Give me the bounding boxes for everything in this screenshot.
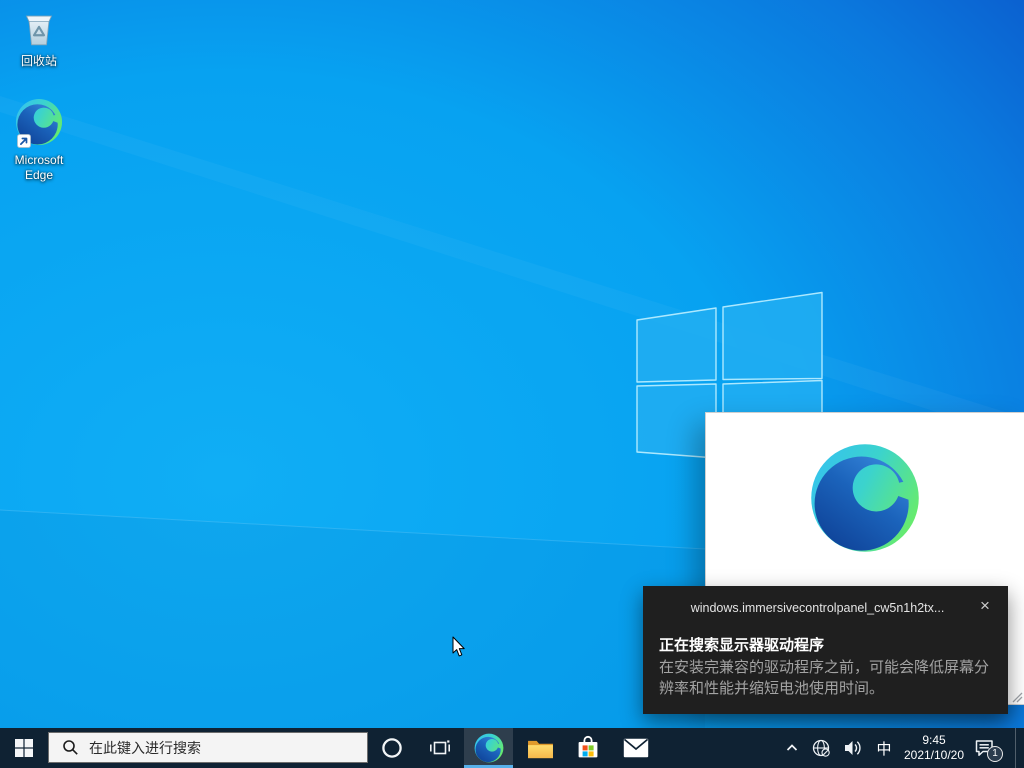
taskbar-button-task-view[interactable] <box>416 728 464 768</box>
taskbar-button-cortana[interactable] <box>368 728 416 768</box>
taskbar-button-edge[interactable] <box>464 728 513 768</box>
task-view-icon <box>429 739 451 757</box>
recycle-bin-icon <box>18 9 60 49</box>
desktop-icon-label: Microsoft Edge <box>1 153 77 183</box>
toast-title: 正在搜索显示器驱动程序 <box>659 634 824 655</box>
mail-envelope-icon <box>623 738 649 758</box>
edge-logo-icon <box>809 442 921 554</box>
taskbar-button-mail[interactable] <box>612 728 660 768</box>
action-center-button[interactable]: 1 <box>969 728 1006 768</box>
ime-indicator[interactable]: 中 <box>869 728 899 768</box>
toast-notification[interactable]: windows.immersivecontrolpanel_cw5n1h2tx.… <box>643 586 1008 714</box>
cortana-circle-icon <box>380 736 404 760</box>
clock-time: 9:45 <box>922 733 945 749</box>
chevron-up-icon <box>784 740 800 756</box>
search-input[interactable]: 在此键入进行搜索 <box>48 732 368 763</box>
start-button[interactable] <box>0 728 48 768</box>
window-resize-grip[interactable] <box>1011 691 1023 703</box>
windows-logo-icon <box>15 739 33 757</box>
speaker-icon <box>844 739 863 757</box>
close-icon[interactable]: × <box>974 595 996 617</box>
search-icon <box>62 739 79 756</box>
tray-expand-button[interactable] <box>776 728 808 768</box>
toast-body: 在安装完兼容的驱动程序之前，可能会降低屏幕分辨率和性能并缩短电池使用时间。 <box>659 657 994 699</box>
search-placeholder: 在此键入进行搜索 <box>89 738 201 758</box>
store-bag-icon <box>575 735 601 761</box>
edge-logo-icon <box>474 733 504 763</box>
ime-label: 中 <box>876 738 891 759</box>
notification-badge: 1 <box>987 746 1003 762</box>
taskbar: 在此键入进行搜索 <box>0 728 1024 768</box>
taskbar-button-file-explorer[interactable] <box>516 728 564 768</box>
globe-offline-icon <box>811 738 831 758</box>
desktop-icon-recycle-bin[interactable]: 回收站 <box>1 9 77 69</box>
shortcut-arrow-icon <box>17 134 31 148</box>
network-status-button[interactable] <box>805 728 837 768</box>
toast-source: windows.immersivecontrolpanel_cw5n1h2tx.… <box>673 601 962 615</box>
folder-icon <box>527 737 554 760</box>
volume-button[interactable] <box>838 728 868 768</box>
desktop-icon-microsoft-edge[interactable]: Microsoft Edge <box>1 98 77 183</box>
clock-date: 2021/10/20 <box>904 748 964 764</box>
show-desktop-button[interactable] <box>1015 728 1024 768</box>
clock[interactable]: 9:45 2021/10/20 <box>899 728 969 768</box>
taskbar-button-store[interactable] <box>564 728 612 768</box>
desktop-icon-label: 回收站 <box>1 54 77 69</box>
